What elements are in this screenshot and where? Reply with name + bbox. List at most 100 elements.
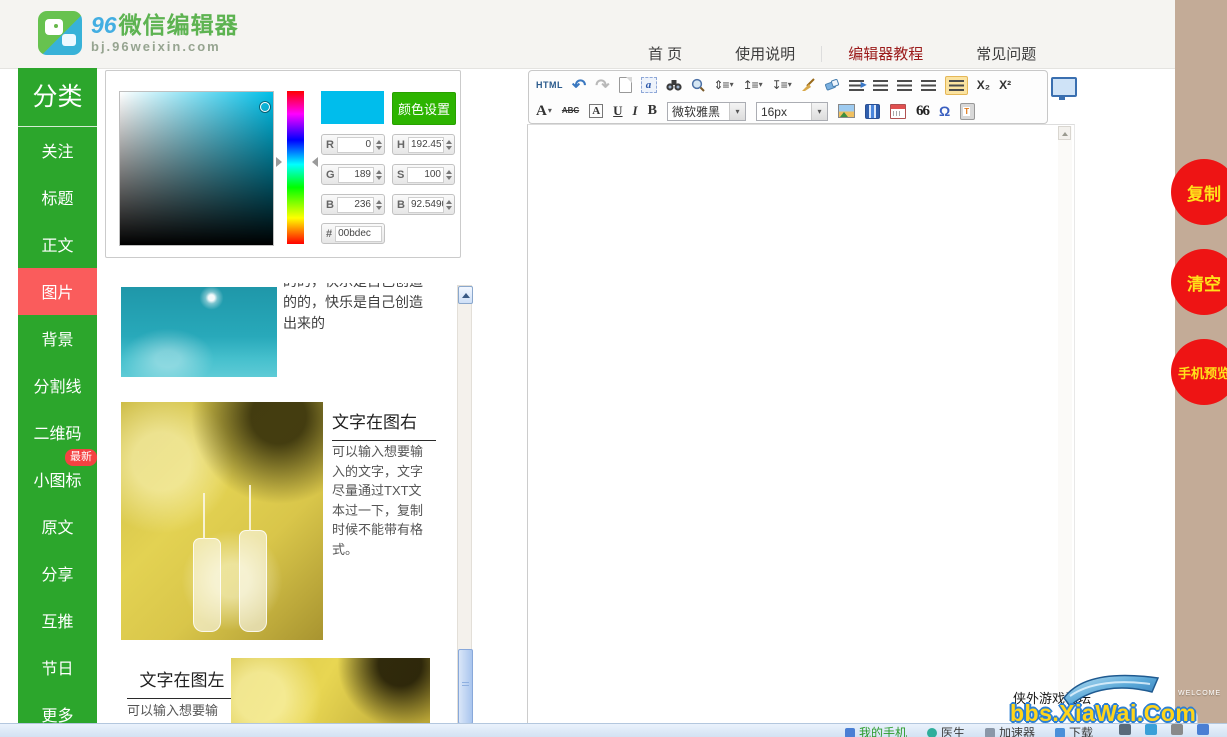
sidebar-item-mutualpush[interactable]: 互推 xyxy=(18,596,97,643)
template-list: 的的，快乐是自己创造 的的，快乐是自己创造 出来的 文字在图右 可以输入想要输入… xyxy=(105,280,457,723)
taskbar-doctor[interactable]: 医生 xyxy=(927,724,965,737)
eraser-icon[interactable] xyxy=(825,79,840,91)
logo[interactable]: 96微信编辑器 bj.96weixin.com xyxy=(38,11,239,55)
taskbar-accelerator[interactable]: 加速器 xyxy=(985,724,1035,737)
superscript-button[interactable]: X² xyxy=(999,79,1011,91)
insert-image-icon[interactable] xyxy=(838,104,855,118)
editor-scroll-up-button[interactable] xyxy=(1058,126,1071,140)
sidebar-item-follow[interactable]: 关注 xyxy=(18,127,97,174)
blockquote-button[interactable]: 66 xyxy=(916,103,929,120)
color-set-button[interactable]: 颜色设置 xyxy=(392,92,456,125)
color-cursor-icon[interactable] xyxy=(260,102,270,112)
spinner-icon[interactable] xyxy=(446,197,452,213)
italic-button[interactable]: I xyxy=(633,103,638,119)
template-bottles-image[interactable] xyxy=(121,402,323,640)
template2-title[interactable]: 文字在图右 xyxy=(332,408,436,441)
hue-field[interactable]: H192.457 xyxy=(392,134,455,155)
spinner-icon[interactable] xyxy=(376,167,382,183)
scrollbar-thumb[interactable] xyxy=(458,649,473,724)
sidebar-item-festival[interactable]: 节日 xyxy=(18,643,97,690)
browser-tray-icon[interactable] xyxy=(1145,724,1157,735)
sidebar-item-body[interactable]: 正文 xyxy=(18,221,97,268)
underline-button[interactable]: U xyxy=(613,103,622,119)
template3-body[interactable]: 可以输入想要输 xyxy=(127,700,247,719)
color-picker-panel: 颜色设置 R0 H192.457 G189 S100 B236 B92.5490… xyxy=(105,70,461,258)
sidebar-title: 分类 xyxy=(18,68,97,127)
spinner-icon[interactable] xyxy=(376,137,382,153)
preview-magnifier-icon[interactable] xyxy=(691,78,705,92)
sidebar-item-image[interactable]: 图片 xyxy=(18,268,97,315)
template2-body[interactable]: 可以输入想要输入的文字，文字尽量通过TXT文本过一下，复制时候不能带有格式。 xyxy=(332,442,429,559)
sidebar-item-original[interactable]: 原文 xyxy=(18,502,97,549)
template3-title[interactable]: 文字在图左 xyxy=(127,666,237,699)
taskbar-my-phone[interactable]: 我的手机 xyxy=(845,724,907,737)
hue-slider[interactable] xyxy=(287,91,304,244)
scroll-up-button[interactable] xyxy=(458,286,473,304)
bottom-taskbar: 我的手机 医生 加速器 下载 xyxy=(0,723,1227,737)
green-field[interactable]: G189 xyxy=(321,164,385,185)
align-left-icon[interactable] xyxy=(921,80,936,91)
align-right-icon[interactable] xyxy=(897,80,912,91)
dropdown-arrow-icon[interactable]: ▾ xyxy=(811,103,827,120)
sidebar-item-background[interactable]: 背景 xyxy=(18,315,97,362)
brightness-field[interactable]: B92.5490 xyxy=(392,194,455,215)
logo-number: 96 xyxy=(91,12,117,38)
special-char-button[interactable]: Ω xyxy=(939,104,950,118)
format-brush-icon[interactable] xyxy=(801,78,816,92)
spinner-icon[interactable] xyxy=(376,197,382,213)
nav-faq[interactable]: 常见问题 xyxy=(976,43,1036,64)
template1-text[interactable]: 的的，快乐是自己创造 的的，快乐是自己创造 出来的 xyxy=(283,283,438,334)
template-scrollbar[interactable] xyxy=(457,285,472,723)
window-tray-icon[interactable] xyxy=(1171,724,1183,735)
template-leaves-image[interactable] xyxy=(231,658,430,723)
font-family-select[interactable]: 微软雅黑▾ xyxy=(667,102,746,121)
sidebar-item-share[interactable]: 分享 xyxy=(18,549,97,596)
insert-date-icon[interactable] xyxy=(890,104,906,119)
strikethrough-button[interactable]: ABC xyxy=(562,107,579,115)
find-binoculars-icon[interactable] xyxy=(666,79,682,91)
red-field[interactable]: R0 xyxy=(321,134,385,155)
spinner-icon[interactable] xyxy=(446,137,452,153)
editor-scrollbar[interactable] xyxy=(1058,126,1072,723)
paste-as-text-icon[interactable]: T xyxy=(960,103,975,120)
taskbar-download[interactable]: 下载 xyxy=(1055,724,1093,737)
sidebar-item-heading[interactable]: 标题 xyxy=(18,174,97,221)
insert-video-icon[interactable] xyxy=(865,104,880,119)
space-after-dropdown[interactable]: ↧≡▾ xyxy=(772,79,792,91)
sidebar-item-qrcode[interactable]: 二维码 xyxy=(18,409,97,456)
hex-field[interactable]: #00bdec xyxy=(321,223,385,244)
saturation-field[interactable]: S100 xyxy=(392,164,455,185)
binoculars-tray-icon[interactable] xyxy=(1119,724,1131,735)
font-size-select[interactable]: 16px▾ xyxy=(756,102,828,121)
line-height-dropdown[interactable]: ⇕≡▾ xyxy=(714,79,734,91)
align-center-icon[interactable] xyxy=(873,80,888,91)
saturation-value-area[interactable] xyxy=(119,91,274,246)
indent-icon[interactable]: ▶ xyxy=(849,80,864,91)
redo-icon[interactable]: ↷ xyxy=(595,77,609,94)
logo-name: 微信编辑器 xyxy=(119,12,239,38)
nav-home[interactable]: 首 页 xyxy=(648,43,682,64)
undo-icon[interactable]: ↶ xyxy=(572,77,586,94)
html-source-button[interactable]: HTML xyxy=(536,81,563,90)
subscript-button[interactable]: X₂ xyxy=(977,79,990,91)
editor-content-area[interactable] xyxy=(527,124,1075,723)
template-sea-image[interactable] xyxy=(121,287,277,377)
nav-tutorial[interactable]: 编辑器教程 xyxy=(848,43,923,64)
anchor-icon[interactable]: a xyxy=(641,77,657,93)
font-color-dropdown[interactable]: A▾ xyxy=(536,103,552,120)
justify-icon-active[interactable] xyxy=(945,76,968,95)
app-tray-icon[interactable] xyxy=(1197,724,1209,735)
bold-button[interactable]: B xyxy=(648,103,657,119)
spinner-icon[interactable] xyxy=(446,167,452,183)
space-before-dropdown[interactable]: ↥≡▾ xyxy=(743,79,763,91)
bottle-shape xyxy=(239,530,267,632)
fullscreen-monitor-icon[interactable] xyxy=(1051,77,1077,97)
sidebar-item-divider[interactable]: 分割线 xyxy=(18,362,97,409)
logo-icon xyxy=(38,11,82,55)
background-color-button[interactable]: A xyxy=(589,104,603,118)
new-document-icon[interactable] xyxy=(619,77,632,93)
sidebar-item-smallicon[interactable]: 小图标 最新 xyxy=(18,455,97,502)
dropdown-arrow-icon[interactable]: ▾ xyxy=(729,103,745,120)
blue-field[interactable]: B236 xyxy=(321,194,385,215)
nav-usage[interactable]: 使用说明 xyxy=(735,43,795,64)
